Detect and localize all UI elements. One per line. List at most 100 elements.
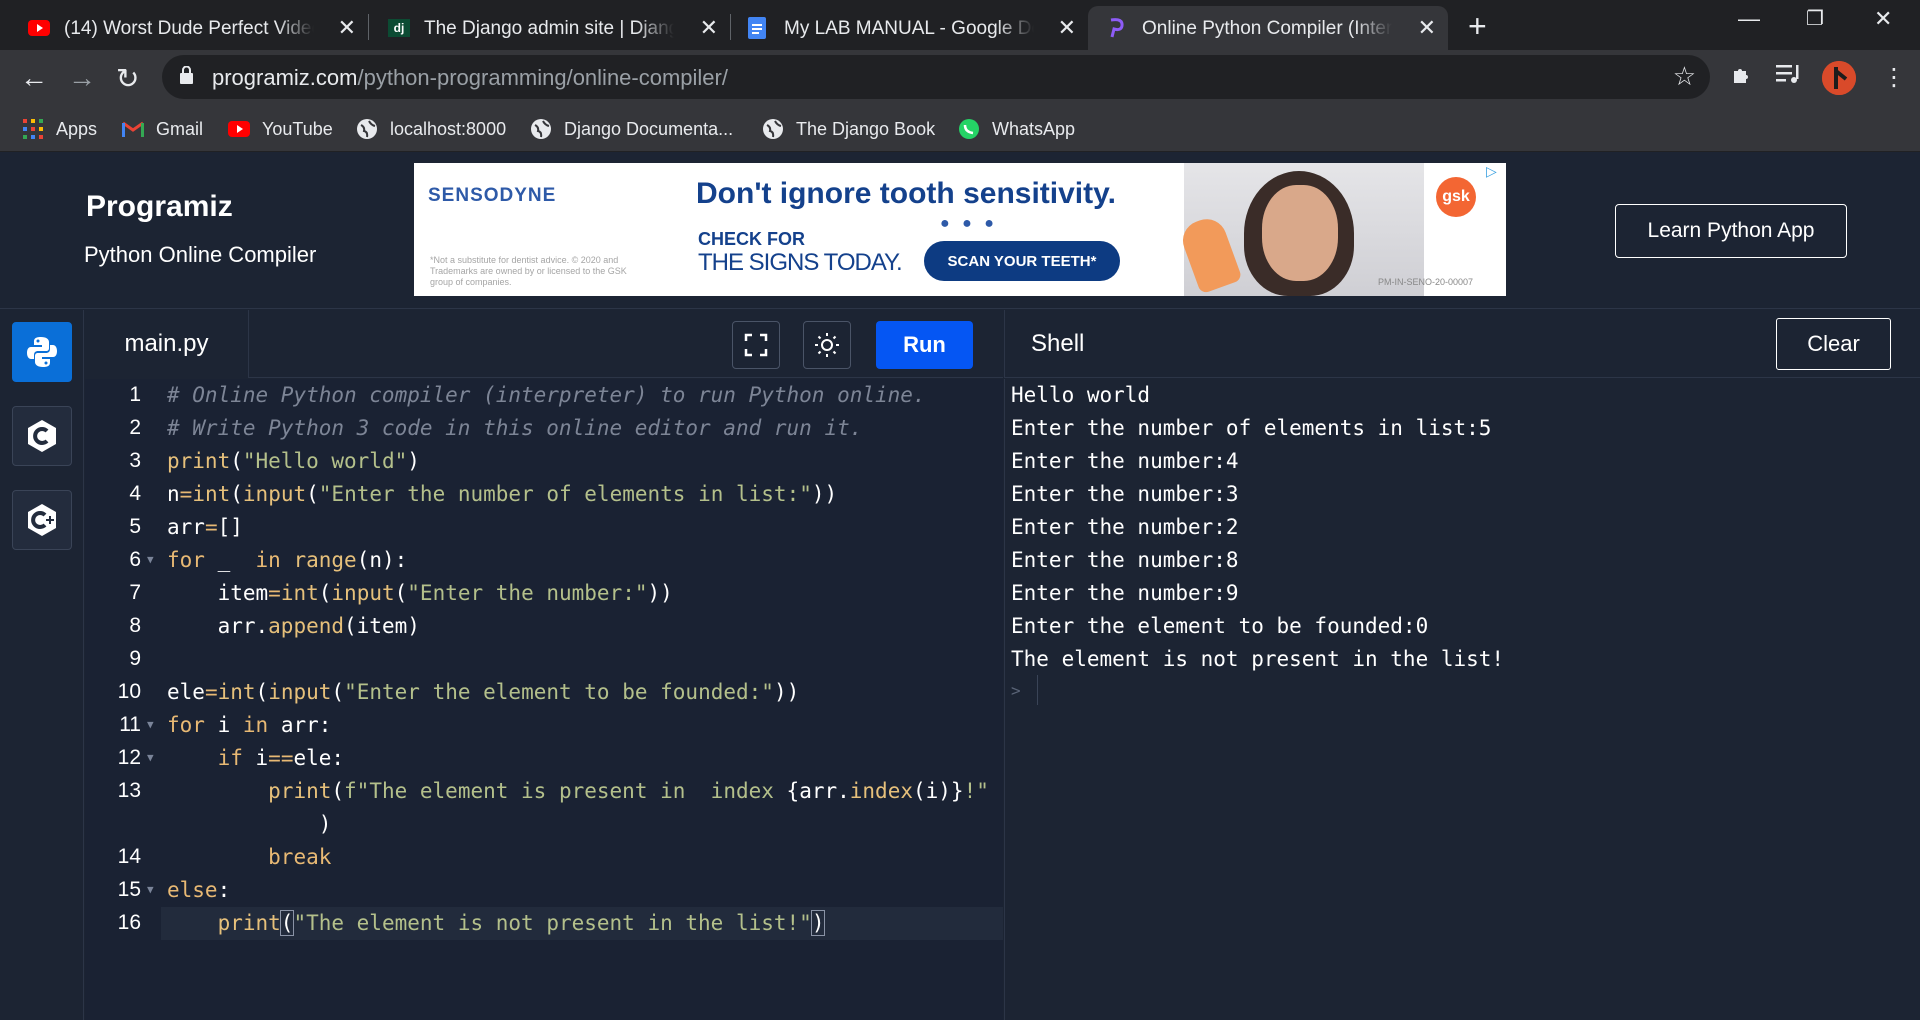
programiz-icon bbox=[1106, 18, 1128, 38]
forward-arrow-icon[interactable]: → bbox=[68, 62, 96, 94]
code-editor[interactable]: 1 2 3 4 5 6 7 8 9 10 11 12 13 14 15 16 ▼… bbox=[85, 379, 1003, 1020]
whatsapp-icon bbox=[958, 118, 980, 140]
close-icon[interactable]: ✕ bbox=[1058, 15, 1076, 41]
code-line-7: item=int(input("Enter the number:")) bbox=[167, 581, 673, 605]
globe-icon bbox=[530, 118, 552, 140]
url-path: /python-programming/online-compiler/ bbox=[357, 65, 728, 90]
ad-headline: Don't ignore tooth sensitivity. bbox=[696, 177, 1116, 210]
close-icon[interactable]: ✕ bbox=[700, 15, 718, 41]
ad-fine-print: *Not a substitute for dentist advice. © … bbox=[430, 255, 627, 287]
minimize-icon[interactable]: — bbox=[1738, 6, 1760, 32]
bookmark-localhost[interactable]: localhost:8000 bbox=[356, 116, 506, 142]
shell-output[interactable]: Hello world Enter the number of elements… bbox=[1004, 379, 1920, 1020]
browser-tab-programiz[interactable]: Online Python Compiler (Interpreter ✕ bbox=[1088, 6, 1448, 50]
browser-tab-django-admin[interactable]: dj The Django admin site | Django do ✕ bbox=[368, 6, 730, 50]
advertisement-banner[interactable]: SENSODYNE *Not a substitute for dentist … bbox=[414, 163, 1506, 296]
tab-title: The Django admin site | Django do bbox=[424, 18, 674, 39]
fold-arrow-icon[interactable]: ▼ bbox=[147, 718, 154, 731]
line-number: 8 bbox=[129, 614, 141, 637]
ad-choices-icon[interactable]: ▷ bbox=[1486, 163, 1506, 181]
fullscreen-icon bbox=[744, 333, 768, 357]
bookmark-label: YouTube bbox=[262, 118, 333, 139]
shell-title: Shell bbox=[1031, 330, 1085, 357]
cpp-language-button[interactable] bbox=[12, 490, 72, 550]
bookmark-whatsapp[interactable]: WhatsApp bbox=[958, 116, 1075, 142]
bookmark-django-docs[interactable]: Django Documenta... bbox=[530, 116, 733, 142]
more-menu-icon[interactable]: ⋮ bbox=[1882, 63, 1906, 92]
page-subtitle: Python Online Compiler bbox=[84, 242, 317, 267]
back-arrow-icon[interactable]: ← bbox=[20, 62, 48, 94]
code-line-8: arr.append(item) bbox=[167, 614, 420, 638]
media-queue-icon[interactable] bbox=[1776, 63, 1802, 92]
bookmark-youtube[interactable]: YouTube bbox=[228, 116, 333, 142]
code-line-15: else: bbox=[167, 878, 231, 902]
file-tab-main-py[interactable]: main.py bbox=[85, 310, 249, 378]
line-number: 4 bbox=[129, 482, 141, 505]
tab-title: Online Python Compiler (Interpreter bbox=[1142, 18, 1392, 39]
theme-toggle-button[interactable] bbox=[803, 321, 851, 369]
python-icon bbox=[27, 337, 57, 367]
extensions-puzzle-icon[interactable] bbox=[1730, 63, 1754, 94]
bookmark-label: WhatsApp bbox=[992, 118, 1076, 139]
close-icon[interactable]: ✕ bbox=[1418, 15, 1436, 41]
browser-tab-google-docs[interactable]: My LAB MANUAL - Google Docs ✕ bbox=[730, 6, 1088, 50]
learn-python-app-button[interactable]: Learn Python App bbox=[1615, 204, 1847, 258]
shell-toolbar: Shell Clear bbox=[1004, 310, 1920, 378]
fold-arrow-icon[interactable]: ▼ bbox=[147, 553, 154, 566]
code-line-6: for _ in range(n): bbox=[167, 548, 408, 572]
line-number: 15 bbox=[117, 878, 141, 901]
programiz-logo[interactable]: Programiz bbox=[86, 190, 233, 224]
profile-avatar[interactable] bbox=[1822, 61, 1856, 95]
browser-tab-strip: (14) Worst Dude Perfect Videos of ✕ dj T… bbox=[0, 0, 1920, 50]
python-language-button[interactable] bbox=[12, 322, 72, 382]
bookmark-label: Gmail bbox=[156, 118, 204, 139]
fullscreen-button[interactable] bbox=[732, 321, 780, 369]
code-line-14: break bbox=[268, 845, 332, 869]
gsk-logo: gsk bbox=[1436, 177, 1476, 217]
code-line-2: # Write Python 3 code in this online edi… bbox=[167, 416, 863, 440]
site-header: Programiz Python Online Compiler SENSODY… bbox=[0, 152, 1920, 309]
line-number: 2 bbox=[129, 416, 141, 439]
bookmark-apps[interactable]: Apps bbox=[22, 116, 97, 142]
code-line-13: print(f"The element is present in index … bbox=[268, 779, 989, 803]
fold-arrow-icon[interactable]: ▼ bbox=[147, 883, 154, 896]
new-tab-button[interactable]: + bbox=[1468, 8, 1487, 45]
code-line-4: n=int(input("Enter the number of element… bbox=[167, 482, 838, 506]
line-number: 6 bbox=[129, 548, 141, 571]
run-button[interactable]: Run bbox=[876, 321, 973, 369]
clear-button[interactable]: Clear bbox=[1776, 318, 1891, 370]
bookmark-label: localhost:8000 bbox=[390, 118, 507, 139]
tab-title: My LAB MANUAL - Google Docs bbox=[784, 18, 1034, 39]
browser-tab-youtube[interactable]: (14) Worst Dude Perfect Videos of ✕ bbox=[0, 6, 368, 50]
close-icon[interactable]: ✕ bbox=[338, 15, 356, 41]
line-number: 13 bbox=[117, 779, 141, 802]
c-language-button[interactable] bbox=[12, 406, 72, 466]
code-line-10: ele=int(input("Enter the element to be f… bbox=[167, 680, 800, 704]
reload-icon[interactable]: ↻ bbox=[116, 62, 139, 95]
shell-line: Enter the element to be founded:0 bbox=[1011, 614, 1429, 638]
shell-input-caret[interactable] bbox=[1037, 675, 1038, 705]
shell-line: Enter the number:2 bbox=[1011, 515, 1239, 539]
window-close-icon[interactable]: ✕ bbox=[1874, 6, 1892, 32]
bookmark-gmail[interactable]: Gmail bbox=[122, 116, 203, 142]
line-number: 16 bbox=[117, 911, 141, 934]
fold-arrow-icon[interactable]: ▼ bbox=[147, 751, 154, 764]
apps-grid-icon bbox=[22, 118, 44, 140]
google-docs-icon bbox=[746, 17, 768, 39]
address-bar[interactable]: programiz.com/python-programming/online-… bbox=[162, 55, 1710, 99]
bookmark-django-book[interactable]: The Django Book bbox=[762, 116, 935, 142]
restore-icon[interactable]: ❐ bbox=[1806, 6, 1824, 31]
shell-line: Enter the number:3 bbox=[1011, 482, 1239, 506]
shell-prompt: > bbox=[1011, 681, 1021, 700]
bookmark-star-icon[interactable]: ☆ bbox=[1673, 61, 1696, 92]
code-line-1: # Online Python compiler (interpreter) t… bbox=[167, 383, 926, 407]
ad-person-face bbox=[1262, 185, 1338, 281]
shell-line: Enter the number of elements in list:5 bbox=[1011, 416, 1492, 440]
language-sidebar bbox=[0, 310, 84, 1020]
ad-cta-button[interactable]: SCAN YOUR TEETH* bbox=[924, 241, 1120, 281]
sun-icon bbox=[815, 333, 839, 357]
c-icon bbox=[28, 420, 56, 452]
line-number: 3 bbox=[129, 449, 141, 472]
code-line-16: print("The element is not present in the… bbox=[217, 910, 826, 936]
